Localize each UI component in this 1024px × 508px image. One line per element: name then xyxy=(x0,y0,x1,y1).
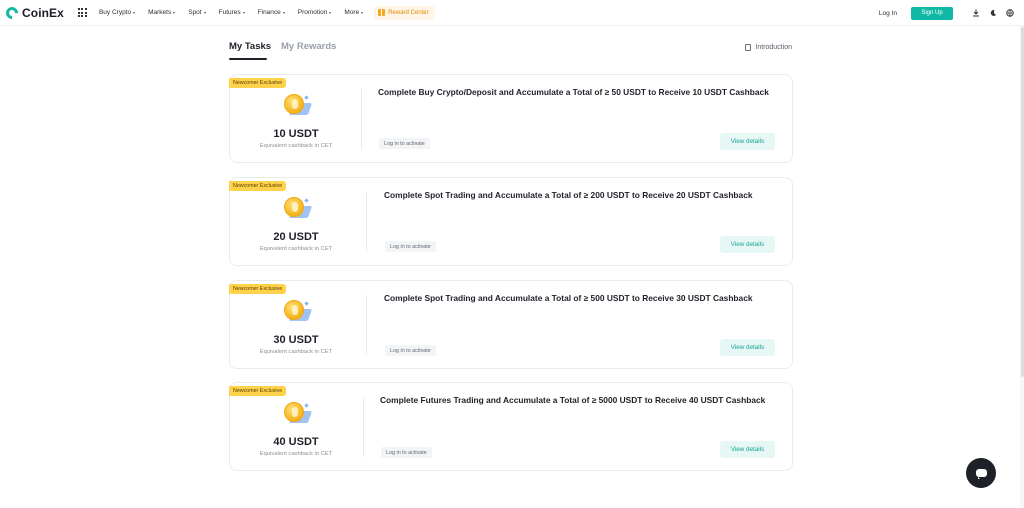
logo-text: CoinEx xyxy=(22,5,64,20)
chevron-down-icon xyxy=(242,11,245,14)
nav-label: Spot xyxy=(188,9,202,16)
top-navbar: CoinEx Buy Crypto Markets Spot Futures F… xyxy=(0,0,1024,26)
nav-label: Futures xyxy=(218,9,241,16)
reward-amount: 40 USDT xyxy=(273,436,319,448)
gift-icon xyxy=(378,9,386,16)
view-details-button[interactable]: View details xyxy=(720,441,775,458)
chevron-down-icon xyxy=(361,11,364,14)
chat-support-button[interactable] xyxy=(966,458,996,488)
card-divider xyxy=(361,89,362,149)
task-title: Complete Futures Trading and Accumulate … xyxy=(380,395,766,405)
coinex-logo[interactable]: CoinEx xyxy=(3,4,64,21)
nav-futures[interactable]: Futures xyxy=(219,9,245,16)
view-details-button[interactable]: View details xyxy=(720,133,775,150)
reward-amount: 20 USDT xyxy=(273,231,319,243)
language-globe-icon[interactable] xyxy=(1005,9,1014,18)
nav-spot[interactable]: Spot xyxy=(188,9,206,16)
status-pill: Log in to activate xyxy=(385,345,436,356)
task-card: Newcomer Exclusive 20 USDT Equivalent ca… xyxy=(229,177,793,266)
reward-amount: 30 USDT xyxy=(273,334,319,346)
main-nav: Buy Crypto Markets Spot Futures Finance … xyxy=(98,5,435,20)
task-title: Complete Spot Trading and Accumulate a T… xyxy=(384,293,753,303)
reward-amount: 10 USDT xyxy=(273,128,319,140)
reward-center-label: Reward Center xyxy=(388,9,429,16)
nav-label: Markets xyxy=(148,9,172,16)
reward-subtitle: Equivalent cashback in CET xyxy=(259,246,333,252)
coin-reward-icon xyxy=(282,92,313,120)
nav-markets[interactable]: Markets xyxy=(148,9,176,16)
chevron-down-icon xyxy=(329,11,332,14)
tab-my-tasks[interactable]: My Tasks xyxy=(229,41,271,52)
reward-center-button[interactable]: Reward Center xyxy=(374,5,435,20)
nav-buy-crypto[interactable]: Buy Crypto xyxy=(98,9,136,16)
reward-summary: 10 USDT Equivalent cashback in CET xyxy=(230,75,362,164)
nav-label: Finance xyxy=(257,9,281,16)
view-details-button[interactable]: View details xyxy=(720,236,775,253)
tab-my-rewards[interactable]: My Rewards xyxy=(281,41,336,52)
introduction-link[interactable]: Introduction xyxy=(745,44,792,51)
nav-finance[interactable]: Finance xyxy=(258,9,285,16)
task-title: Complete Buy Crypto/Deposit and Accumula… xyxy=(378,87,769,97)
nav-promotion[interactable]: Promotion xyxy=(298,9,332,16)
chevron-down-icon xyxy=(133,11,136,14)
task-tabs: My Tasks My Rewards Introduction xyxy=(229,38,792,60)
chat-bubble-icon xyxy=(975,469,987,479)
apps-grid-icon[interactable] xyxy=(77,8,87,17)
reward-subtitle: Equivalent cashback in CET xyxy=(259,349,333,355)
nav-label: Promotion xyxy=(297,9,328,16)
card-divider xyxy=(363,397,364,457)
task-card: Newcomer Exclusive 30 USDT Equivalent ca… xyxy=(229,280,793,369)
nav-label: Buy Crypto xyxy=(98,9,132,16)
coinex-logo-icon xyxy=(3,4,21,21)
reward-summary: 20 USDT Equivalent cashback in CET xyxy=(230,178,362,267)
card-divider xyxy=(366,295,367,355)
introduction-label: Introduction xyxy=(755,44,792,51)
chevron-down-icon xyxy=(173,11,176,14)
coin-reward-icon xyxy=(282,195,313,223)
dark-mode-icon[interactable] xyxy=(988,9,997,18)
status-pill: Log in to activate xyxy=(381,447,432,458)
status-pill: Log in to activate xyxy=(379,138,430,149)
card-divider xyxy=(366,192,367,252)
chevron-down-icon xyxy=(203,11,206,14)
reward-summary: 30 USDT Equivalent cashback in CET xyxy=(230,281,362,370)
download-icon[interactable] xyxy=(971,9,980,18)
header-actions: Log In Sign Up xyxy=(879,0,1024,26)
reward-subtitle: Equivalent cashback in CET xyxy=(259,451,333,457)
nav-more[interactable]: More xyxy=(344,9,364,16)
coin-reward-icon xyxy=(282,400,313,428)
reward-subtitle: Equivalent cashback in CET xyxy=(259,143,333,149)
reward-summary: 40 USDT Equivalent cashback in CET xyxy=(230,383,362,472)
status-pill: Log in to activate xyxy=(385,241,436,252)
task-card: Newcomer Exclusive 10 USDT Equivalent ca… xyxy=(229,74,793,163)
chevron-down-icon xyxy=(282,11,285,14)
task-title: Complete Spot Trading and Accumulate a T… xyxy=(384,190,753,200)
view-details-button[interactable]: View details xyxy=(720,339,775,356)
document-icon xyxy=(745,44,752,51)
login-link[interactable]: Log In xyxy=(879,10,897,17)
task-card: Newcomer Exclusive 40 USDT Equivalent ca… xyxy=(229,382,793,471)
nav-label: More xyxy=(344,9,360,16)
coin-reward-icon xyxy=(282,298,313,326)
active-tab-indicator xyxy=(229,58,267,60)
signup-button[interactable]: Sign Up xyxy=(911,6,953,20)
